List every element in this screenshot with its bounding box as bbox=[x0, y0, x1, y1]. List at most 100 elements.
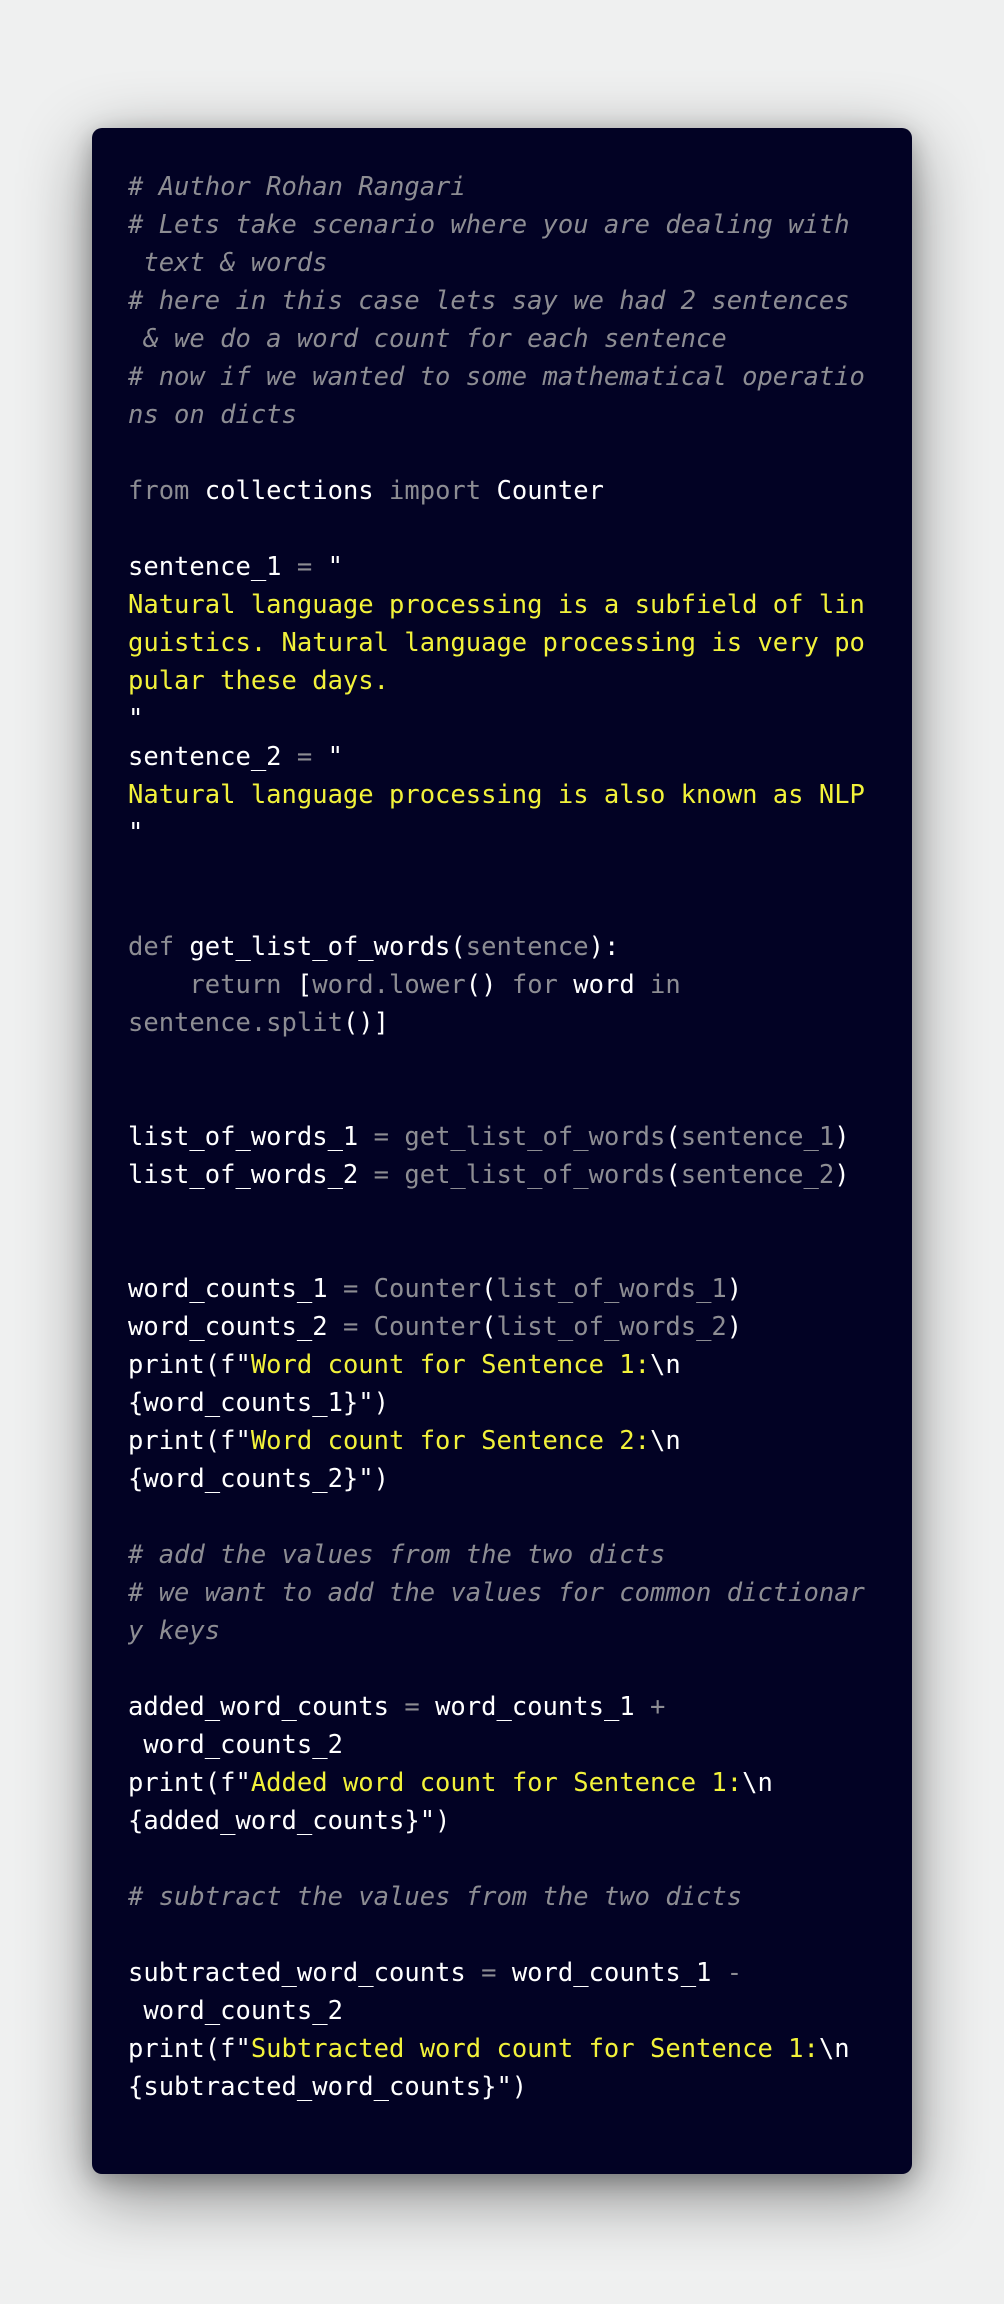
code-token: print(f" bbox=[128, 2034, 251, 2064]
code-token: get_list_of_words bbox=[174, 932, 451, 962]
code-token: = bbox=[358, 1122, 405, 1152]
code-token: list_of_words_2 bbox=[496, 1312, 727, 1342]
code-token: {word_counts_2}") bbox=[128, 1464, 389, 1494]
code-token: ( bbox=[481, 1312, 497, 1342]
code-line: def get_list_of_words(sentence): bbox=[128, 928, 876, 966]
code-token: ( bbox=[450, 932, 466, 962]
code-line: Natural language processing is also know… bbox=[128, 776, 876, 814]
code-line: # now if we wanted to some mathematical … bbox=[128, 358, 876, 396]
code-line: # add the values from the two dicts bbox=[128, 1536, 876, 1574]
code-token: import bbox=[389, 476, 482, 506]
code-line: {word_counts_1}") bbox=[128, 1384, 876, 1422]
code-token: y keys bbox=[128, 1616, 221, 1646]
code-token: added_word_counts bbox=[128, 1692, 389, 1722]
code-token: def bbox=[128, 932, 175, 962]
code-token: \n bbox=[818, 2034, 850, 2064]
code-token: print(f" bbox=[128, 1350, 251, 1380]
code-line: sentence_1 = " bbox=[128, 548, 876, 586]
code-token: {added_word_counts}") bbox=[128, 1806, 451, 1836]
code-token: \n bbox=[650, 1350, 681, 1380]
code-line: sentence_2 = " bbox=[128, 738, 876, 776]
code-line: from collections import Counter bbox=[128, 472, 876, 510]
code-token: Counter bbox=[481, 476, 604, 506]
code-token: ( bbox=[481, 1274, 497, 1304]
code-token: = bbox=[327, 1312, 374, 1342]
code-line: # subtract the values from the two dicts bbox=[128, 1878, 876, 1916]
code-token: Word count for Sentence 1: bbox=[250, 1350, 650, 1380]
code-token: word.lower bbox=[312, 970, 466, 1000]
code-token: ) bbox=[834, 1122, 850, 1152]
code-line: word_counts_2 = Counter(list_of_words_2) bbox=[128, 1308, 876, 1346]
code-block: # Author Rohan Rangari # Lets take scenar… bbox=[128, 168, 876, 2106]
code-token: collections bbox=[189, 476, 390, 506]
code-token: ) bbox=[726, 1274, 743, 1304]
code-token: sentence_2 bbox=[128, 742, 282, 772]
code-token: get_list_of_words bbox=[404, 1160, 666, 1190]
code-token: Word count for Sentence 2: bbox=[250, 1426, 650, 1456]
code-line: # Lets take scenario where you are deali… bbox=[128, 206, 876, 244]
code-token: get_list_of_words bbox=[404, 1122, 666, 1152]
code-line: " bbox=[128, 814, 876, 852]
code-line: text & words bbox=[128, 244, 876, 282]
code-token: = bbox=[327, 1274, 374, 1304]
code-token: ) bbox=[726, 1312, 743, 1342]
code-token: " bbox=[327, 552, 343, 582]
code-token: print(f" bbox=[128, 1426, 251, 1456]
code-token: + bbox=[634, 1692, 666, 1722]
code-token: sentence.split bbox=[128, 1008, 343, 1038]
code-token: ()] bbox=[342, 1008, 389, 1038]
code-token: # Lets take scenario where you are deali… bbox=[128, 210, 850, 240]
code-line: print(f"Added word count for Sentence 1:… bbox=[128, 1764, 876, 1802]
code-line: {subtracted_word_counts}") bbox=[128, 2068, 876, 2106]
code-token: " bbox=[128, 704, 144, 734]
code-token: " bbox=[128, 818, 144, 848]
code-token: & we do a word count for each sentence bbox=[128, 324, 727, 354]
code-token: Subtracted word count for Sentence 1: bbox=[250, 2034, 819, 2064]
code-token: list_of_words_1 bbox=[496, 1274, 727, 1304]
code-token: # subtract the values from the two dicts bbox=[128, 1882, 743, 1912]
code-token: # here in this case lets say we had 2 se… bbox=[128, 286, 850, 316]
code-token: Natural language processing is a subfiel… bbox=[128, 590, 865, 620]
code-token: from bbox=[128, 476, 190, 506]
code-token: in bbox=[634, 970, 681, 1000]
code-token: guistics. Natural language processing is… bbox=[128, 628, 865, 658]
code-line: # we want to add the values for common d… bbox=[128, 1574, 876, 1612]
code-token: word_counts_1 bbox=[511, 1958, 712, 1988]
code-token: = bbox=[358, 1160, 405, 1190]
code-token: Natural language processing is also know… bbox=[128, 780, 865, 810]
code-token: sentence_1 bbox=[128, 552, 282, 582]
code-line: added_word_counts = word_counts_1 + bbox=[128, 1688, 876, 1726]
code-token: = bbox=[389, 1692, 436, 1722]
code-token: ( bbox=[665, 1122, 681, 1152]
code-token: {subtracted_word_counts}") bbox=[128, 2072, 528, 2102]
code-token: sentence_2 bbox=[680, 1160, 835, 1190]
code-token: = bbox=[281, 742, 328, 772]
code-token: # add the values from the two dicts bbox=[128, 1540, 666, 1570]
code-line: word_counts_1 = Counter(list_of_words_1) bbox=[128, 1270, 876, 1308]
code-line: {added_word_counts}") bbox=[128, 1802, 876, 1840]
code-token: () bbox=[465, 970, 497, 1000]
code-token: Counter bbox=[373, 1274, 482, 1304]
code-line: list_of_words_1 = get_list_of_words(sent… bbox=[128, 1118, 876, 1156]
code-token: \n bbox=[742, 1768, 773, 1798]
code-line: print(f"Word count for Sentence 1:\n bbox=[128, 1346, 876, 1384]
code-token: subtracted_word_counts bbox=[128, 1958, 466, 1988]
code-token: print(f" bbox=[128, 1768, 251, 1798]
code-token: word_counts_2 bbox=[128, 1996, 343, 2026]
code-token: {word_counts_1}") bbox=[128, 1388, 389, 1418]
code-token: sentence bbox=[465, 932, 589, 962]
code-token: for bbox=[496, 970, 574, 1000]
code-line: guistics. Natural language processing is… bbox=[128, 624, 876, 662]
code-token: ): bbox=[588, 932, 620, 962]
